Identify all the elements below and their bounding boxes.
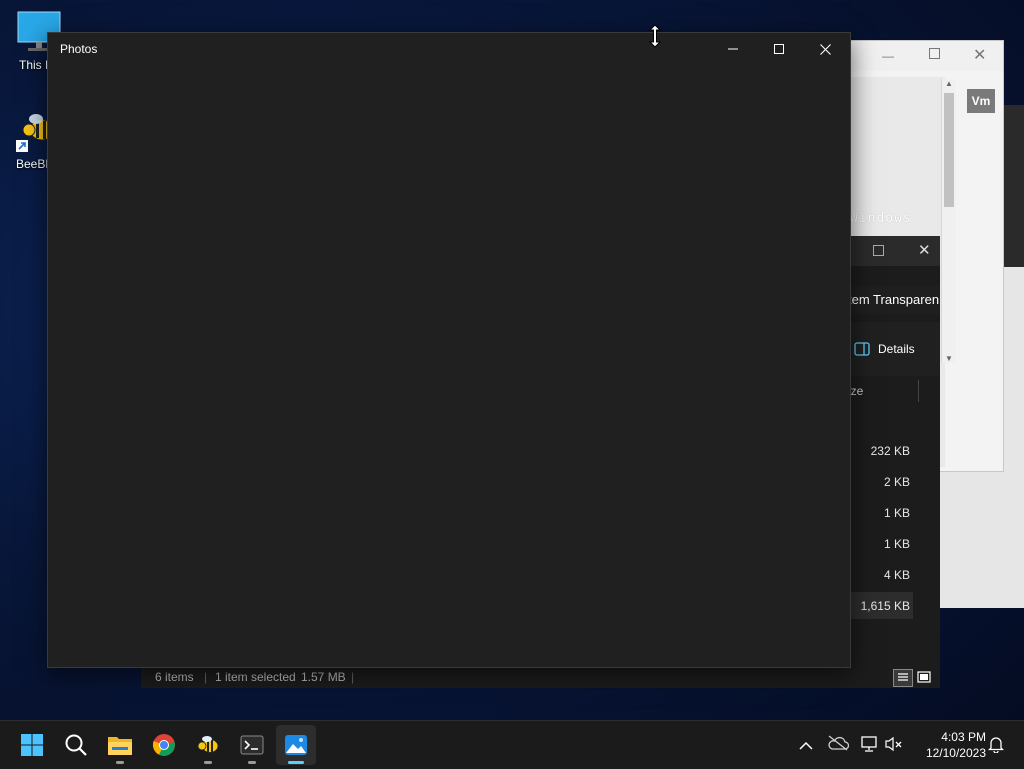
taskbar: 4:03 PM 12/10/2023 bbox=[0, 720, 1024, 769]
photos-titlebar[interactable]: Photos bbox=[48, 33, 850, 65]
maximize-icon[interactable] bbox=[873, 245, 884, 256]
taskbar-terminal[interactable] bbox=[232, 725, 272, 765]
beebeep-icon bbox=[197, 736, 219, 753]
file-size: 1 KB bbox=[883, 506, 910, 520]
status-divider: | bbox=[351, 670, 355, 684]
network-volume-button[interactable] bbox=[860, 735, 906, 755]
file-size: 1 KB bbox=[883, 537, 910, 551]
background-window-dark-strip bbox=[1002, 105, 1024, 267]
search-button[interactable] bbox=[56, 725, 96, 765]
chrome-icon bbox=[152, 734, 175, 756]
preview-view-icon bbox=[917, 671, 931, 683]
window-title: Photos bbox=[60, 42, 98, 56]
file-size: 2 KB bbox=[883, 475, 910, 489]
search-icon bbox=[65, 734, 87, 756]
onedrive-button[interactable] bbox=[827, 735, 850, 755]
status-divider: | bbox=[204, 670, 208, 684]
start-button[interactable] bbox=[12, 725, 52, 765]
explorer-command-bar: Details bbox=[848, 322, 940, 376]
maximize-icon[interactable] bbox=[929, 48, 940, 59]
watermark-text: Windows bbox=[850, 211, 912, 226]
running-indicator bbox=[204, 761, 212, 764]
selection-info: 1 item selected bbox=[215, 670, 296, 684]
taskbar-beebeep[interactable] bbox=[188, 725, 228, 765]
close-icon[interactable]: ✕ bbox=[918, 241, 931, 259]
chevron-up-icon bbox=[799, 741, 813, 750]
list-view-icon bbox=[898, 673, 908, 681]
taskbar-photos[interactable] bbox=[276, 725, 316, 765]
maximize-icon bbox=[774, 44, 784, 54]
active-indicator bbox=[288, 761, 304, 764]
item-count: 6 items bbox=[155, 670, 194, 684]
file-size: 232 KB bbox=[870, 444, 910, 458]
running-indicator bbox=[248, 761, 256, 764]
file-size: 1,615 KB bbox=[860, 599, 910, 613]
taskbar-file-explorer[interactable] bbox=[100, 725, 140, 765]
file-explorer-icon bbox=[108, 737, 132, 755]
tiles-view-button[interactable] bbox=[915, 669, 933, 685]
scroll-up-icon[interactable]: ▲ bbox=[945, 79, 953, 88]
notification-icon bbox=[987, 737, 1005, 754]
volume-muted-icon bbox=[885, 736, 902, 752]
scrollbar-thumb[interactable] bbox=[944, 93, 954, 207]
close-icon[interactable]: ✕ bbox=[973, 45, 986, 65]
clock-time: 4:03 PM bbox=[941, 730, 986, 744]
onedrive-icon bbox=[828, 735, 850, 751]
scroll-down-icon[interactable]: ▼ bbox=[945, 354, 953, 363]
taskbar-chrome[interactable] bbox=[144, 725, 184, 765]
network-icon bbox=[861, 736, 877, 752]
details-button[interactable]: Details bbox=[854, 342, 915, 356]
maximize-button[interactable] bbox=[756, 33, 802, 65]
close-icon bbox=[819, 43, 831, 55]
clock-date: 12/10/2023 bbox=[925, 746, 986, 760]
running-indicator bbox=[116, 761, 124, 764]
background-window-titlebar: — ✕ bbox=[849, 41, 1003, 71]
terminal-icon bbox=[240, 735, 264, 755]
photos-content-area bbox=[48, 65, 850, 667]
explorer-titlebar: ✕ bbox=[848, 236, 940, 266]
details-pane-icon bbox=[854, 342, 870, 356]
address-bar[interactable]: tem Transparen bbox=[848, 286, 940, 314]
resize-cursor-icon bbox=[648, 24, 662, 48]
start-icon bbox=[21, 734, 43, 756]
size-column-header[interactable]: Size bbox=[840, 380, 919, 402]
photos-window[interactable]: Photos bbox=[47, 32, 851, 668]
minimize-button[interactable] bbox=[710, 33, 756, 65]
photos-icon bbox=[285, 735, 307, 755]
clock[interactable]: 4:03 PM 12/10/2023 bbox=[926, 729, 986, 761]
selection-size: 1.57 MB bbox=[301, 670, 346, 684]
minimize-icon[interactable]: — bbox=[882, 49, 894, 63]
minimize-icon bbox=[728, 48, 738, 50]
details-label: Details bbox=[878, 342, 915, 356]
details-view-button[interactable] bbox=[893, 669, 913, 687]
show-hidden-icons-button[interactable] bbox=[796, 735, 816, 755]
vm-badge: Vm bbox=[967, 89, 995, 113]
scrollbar[interactable]: ▲ ▼ bbox=[941, 79, 956, 363]
notification-button[interactable] bbox=[987, 735, 1006, 755]
close-button[interactable] bbox=[802, 33, 848, 65]
status-bar: 6 items | 1 item selected 1.57 MB | bbox=[141, 666, 940, 688]
file-size: 4 KB bbox=[883, 568, 910, 582]
